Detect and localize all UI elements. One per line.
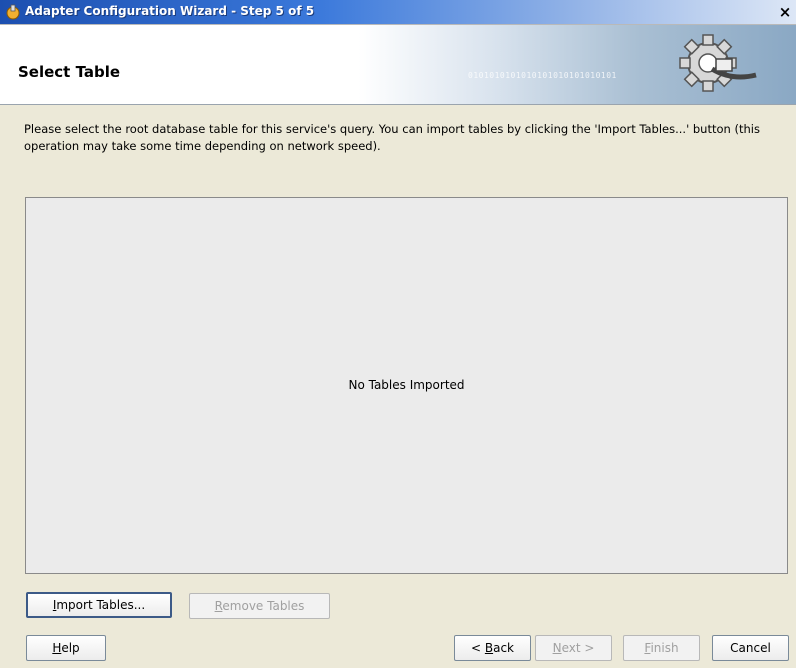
import-tables-button[interactable]: Import Tables...: [26, 592, 172, 618]
wizard-banner: Select Table 010101010101010101010101010…: [0, 25, 796, 105]
help-mnemonic: H: [52, 641, 62, 655]
adapter-icon: [6, 4, 20, 20]
empty-tables-message: No Tables Imported: [348, 378, 465, 392]
binary-decoration: 0101010101010101010101010101: [468, 71, 617, 80]
remove-label: emove Tables: [222, 599, 305, 613]
close-icon[interactable]: ×: [774, 2, 796, 22]
back-button[interactable]: < Back: [454, 635, 531, 661]
instructions-text: Please select the root database table fo…: [24, 122, 760, 153]
finish-label: inish: [650, 641, 679, 655]
next-button[interactable]: Next >: [535, 635, 612, 661]
remove-tables-button[interactable]: Remove Tables: [189, 593, 330, 619]
back-mnemonic: B: [484, 641, 494, 655]
help-label: elp: [61, 641, 80, 655]
cancel-button[interactable]: Cancel: [712, 635, 789, 661]
next-label: ext >: [561, 641, 595, 655]
back-prefix: <: [470, 641, 485, 655]
title-bar: Adapter Configuration Wizard - Step 5 of…: [0, 0, 796, 25]
import-label: mport Tables...: [56, 598, 146, 612]
next-mnemonic: N: [552, 641, 562, 655]
help-button[interactable]: Help: [26, 635, 106, 661]
window-title: Adapter Configuration Wizard - Step 5 of…: [25, 4, 315, 18]
tables-panel[interactable]: No Tables Imported: [25, 197, 788, 574]
back-label: ack: [493, 641, 514, 655]
finish-button[interactable]: Finish: [623, 635, 700, 661]
page-title: Select Table: [18, 63, 121, 81]
gear-plug-icon: [679, 34, 757, 92]
